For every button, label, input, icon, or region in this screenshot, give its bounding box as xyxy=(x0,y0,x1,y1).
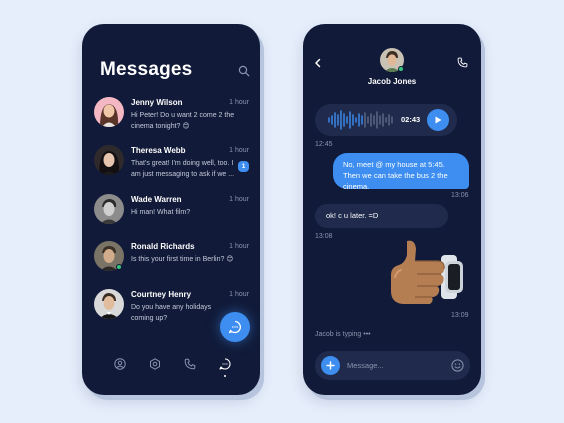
message-time: 1 hour xyxy=(229,147,249,154)
contact-name: Wade Warren xyxy=(131,195,182,204)
avatar xyxy=(94,194,124,224)
contact-name: Courtney Henry xyxy=(131,290,192,299)
waveform-icon xyxy=(328,110,393,130)
play-icon xyxy=(435,116,442,124)
settings-icon[interactable] xyxy=(149,357,161,370)
new-message-button[interactable] xyxy=(220,312,250,342)
contact-name: Ronald Richards xyxy=(131,242,195,251)
online-indicator xyxy=(116,264,122,270)
message-preview: Hi man! What film? xyxy=(131,209,191,216)
voice-message: 02:43 xyxy=(315,104,457,136)
message-time: 1 hour xyxy=(229,291,249,298)
message-preview: Hi Peter! Do u want 2 come 2 the cinema … xyxy=(131,112,235,130)
message-time: 13:06 xyxy=(451,192,469,199)
phone-icon[interactable] xyxy=(184,357,196,370)
avatar xyxy=(94,289,124,319)
phone-icon[interactable] xyxy=(457,55,468,68)
conversation-item-wade-warren[interactable]: Wade Warren 1 hour Hi man! What film? xyxy=(94,194,254,238)
search-icon[interactable] xyxy=(238,64,250,77)
message-time: 13:08 xyxy=(315,233,333,240)
conversation-item-ronald-richards[interactable]: Ronald Richards 1 hour Is this your firs… xyxy=(94,241,254,285)
conversation-item-theresa-webb[interactable]: Theresa Webb 1 hour That's great! I'm do… xyxy=(94,145,254,189)
chat-screen: Jacob Jones 02:43 12:45 No, meet @ my ho… xyxy=(303,24,481,395)
profile-icon[interactable] xyxy=(114,357,126,370)
voice-duration: 02:43 xyxy=(401,115,421,124)
back-arrow-icon[interactable] xyxy=(313,55,323,68)
message-preview: Is this your first time in Berlin? 😊 xyxy=(131,256,234,263)
thumbs-up-sticker xyxy=(385,237,469,314)
typing-indicator: Jacob is typing ••• xyxy=(315,331,371,338)
contact-name: Jenny Wilson xyxy=(131,98,183,107)
message-input[interactable] xyxy=(347,358,445,373)
message-composer xyxy=(315,351,470,380)
typing-text: Jacob is typing xyxy=(315,331,362,338)
incoming-message: ok! c u later. =D xyxy=(315,204,448,228)
unread-badge: 1 xyxy=(238,161,249,172)
page-title: Messages xyxy=(100,59,193,80)
avatar xyxy=(94,97,124,127)
active-nav-indicator xyxy=(224,375,226,377)
play-button[interactable] xyxy=(427,109,449,131)
contact-name: Theresa Webb xyxy=(131,146,186,155)
online-indicator xyxy=(398,66,404,72)
emoji-icon[interactable] xyxy=(451,359,464,372)
chat-icon[interactable] xyxy=(219,357,231,370)
message-preview: That's great! I'm doing well, too. I am … xyxy=(131,160,235,178)
message-time: 1 hour xyxy=(229,99,249,106)
typing-dots-icon: ••• xyxy=(363,331,371,338)
message-time: 1 hour xyxy=(229,196,249,203)
avatar xyxy=(94,145,124,175)
chat-bubble-icon xyxy=(228,320,241,334)
add-attachment-button[interactable] xyxy=(321,356,340,375)
message-time: 12:45 xyxy=(315,141,333,148)
messages-screen: Messages Jenny Wilson 1 hour Hi Peter! D… xyxy=(82,24,260,395)
conversation-item-jenny-wilson[interactable]: Jenny Wilson 1 hour Hi Peter! Do u want … xyxy=(94,97,254,141)
outgoing-message: No, meet @ my house at 5:45. Then we can… xyxy=(333,153,469,191)
message-time: 1 hour xyxy=(229,243,249,250)
plus-icon xyxy=(326,361,335,370)
contact-name: Jacob Jones xyxy=(367,77,417,86)
message-time: 13:09 xyxy=(451,312,469,319)
